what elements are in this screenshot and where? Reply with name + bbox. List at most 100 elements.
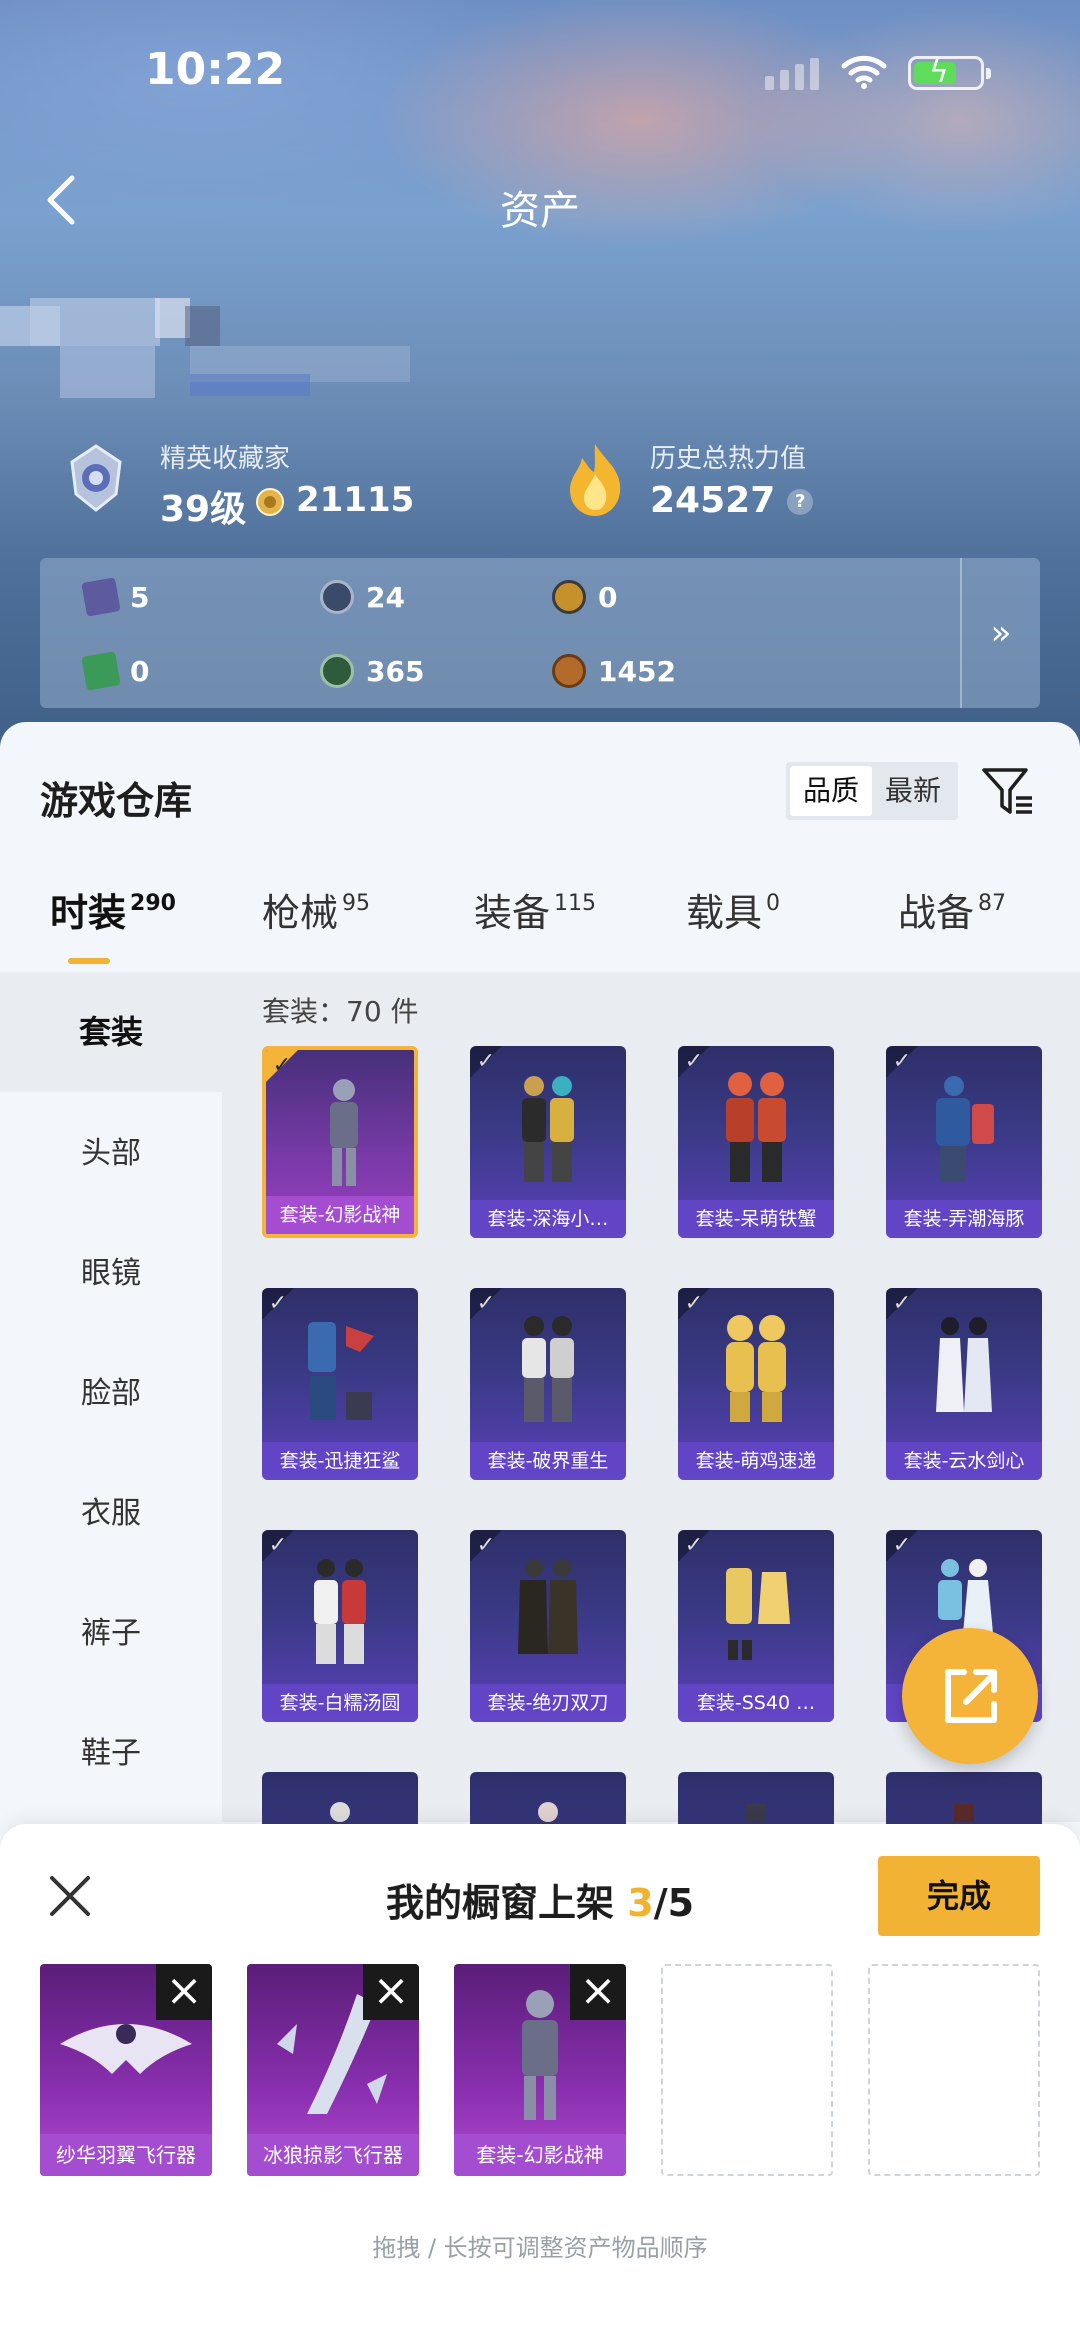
tab-label: 枪械	[262, 891, 339, 935]
share-icon	[945, 1669, 997, 1723]
outfit-figure-icon	[308, 1322, 374, 1420]
category-sidebar: 套装 头部 眼镜 脸部 衣服 裤子 鞋子	[0, 972, 222, 1822]
sidebar-item-head[interactable]: 头部	[0, 1094, 222, 1214]
tab-active-indicator	[68, 958, 110, 964]
slot-label: 纱华羽翼飞行器	[40, 2134, 212, 2176]
coin-a-icon	[552, 580, 586, 614]
tab-label: 载具	[686, 891, 763, 935]
username-redacted	[0, 298, 420, 402]
sidebar-item-glasses[interactable]: 眼镜	[0, 1214, 222, 1334]
battery-icon: ϟ	[908, 55, 991, 90]
item-label: 套装-迅捷狂鲨	[262, 1442, 418, 1480]
item-card[interactable]: ✓ 套装-破界重生	[470, 1288, 626, 1480]
outfit-figure-icon	[330, 1079, 358, 1186]
rank-label: 精英收藏家	[160, 444, 291, 474]
help-icon[interactable]: ?	[787, 489, 814, 515]
status-time: 10:22	[145, 44, 286, 95]
tab-count: 87	[978, 891, 1007, 916]
item-card[interactable]: ✓ 套装-SS40 …	[678, 1530, 834, 1722]
checkmark-icon: ✓	[470, 1046, 502, 1078]
reorder-hint: 拖拽 / 长按可调整资产物品顺序	[372, 2234, 708, 2262]
sidebar-item-shoes[interactable]: 鞋子	[0, 1694, 222, 1814]
status-bar: 10:22 ϟ	[0, 0, 1080, 140]
checkmark-icon: ✓	[470, 1288, 502, 1320]
outfit-figure-icon	[314, 1559, 366, 1664]
item-card[interactable]: ✓ 套装-白糯汤圆	[262, 1530, 418, 1722]
item-card[interactable]: ✓ 套装-深海小…	[470, 1046, 626, 1238]
item-card[interactable]: ✓ 套装-弄潮海豚	[886, 1046, 1042, 1238]
tab-guns[interactable]: 枪械 95	[262, 882, 370, 937]
tab-count: 95	[342, 891, 371, 916]
card-icon	[81, 577, 121, 617]
item-label: 套装-白糯汤圆	[262, 1684, 418, 1722]
category-tabs: 时装 290 枪械 95 装备 115 载具 0 战备 87	[0, 882, 1080, 982]
sidebar-item-face[interactable]: 脸部	[0, 1334, 222, 1454]
page-title: 资产	[500, 188, 580, 234]
remove-icon[interactable]: ×	[156, 1964, 212, 2020]
tab-equipment[interactable]: 装备 115	[474, 882, 596, 937]
resource-value: 24	[366, 580, 405, 614]
outfit-figure-icon	[522, 1076, 574, 1182]
outfit-figure-icon	[936, 1076, 994, 1182]
sidebar-item-suits[interactable]: 套装	[0, 972, 222, 1092]
rank-badge-icon	[70, 444, 122, 512]
showcase-slot-empty[interactable]	[661, 1964, 833, 2176]
item-card[interactable]: ✓ 套装-云水剑心	[886, 1288, 1042, 1480]
remove-icon[interactable]: ×	[363, 1964, 419, 2020]
resources-more-button[interactable]: »	[960, 558, 1040, 708]
showcase-title-text: 我的橱窗上架	[385, 1881, 614, 1925]
ticket-icon	[81, 651, 121, 691]
item-label: 套装-深海小…	[470, 1200, 626, 1238]
resource-item: 0	[81, 651, 150, 691]
showcase-slot-empty[interactable]	[868, 1964, 1040, 2176]
power-label: 历史总热力值	[650, 444, 807, 474]
showcase-sheet: 我的橱窗上架 3/5 完成 × 纱华羽翼飞行器 × 冰狼掠影飞行器 × 套装-幻…	[0, 1824, 1080, 2341]
slot-label: 套装-幻影战神	[454, 2134, 626, 2176]
resource-item: 0	[552, 580, 617, 614]
checkmark-icon: ✓	[678, 1288, 710, 1320]
showcase-slot[interactable]: × 冰狼掠影飞行器	[247, 1964, 419, 2176]
resource-item: 24	[320, 580, 405, 614]
item-card[interactable]: ✓ 套装-萌鸡速递	[678, 1288, 834, 1480]
item-card[interactable]: ✓ 套装-幻影战神	[262, 1046, 418, 1238]
resource-value: 365	[366, 654, 425, 688]
sidebar-item-clothes[interactable]: 衣服	[0, 1454, 222, 1574]
tab-vehicles[interactable]: 载具 0	[686, 882, 780, 937]
checkmark-icon: ✓	[262, 1530, 294, 1562]
item-label: 套装-幻影战神	[266, 1196, 414, 1234]
outfit-figure-icon	[726, 1568, 790, 1660]
slot-label: 冰狼掠影飞行器	[247, 2134, 419, 2176]
gem-icon	[320, 654, 354, 688]
checkmark-icon: ✓	[678, 1046, 710, 1078]
outfit-figure-icon	[936, 1317, 992, 1412]
share-button[interactable]	[902, 1628, 1038, 1764]
tab-fashion[interactable]: 时装 290	[50, 882, 176, 937]
item-card[interactable]: ✓ 套装-迅捷狂鲨	[262, 1288, 418, 1480]
item-card[interactable]: ✓ 套装-呆萌铁蟹	[678, 1046, 834, 1238]
item-card[interactable]: ✓ 套装-绝刃双刀	[470, 1530, 626, 1722]
outfit-figure-icon	[522, 1316, 574, 1422]
tab-label: 战备	[898, 891, 975, 935]
done-button[interactable]: 完成	[878, 1856, 1040, 1936]
checkmark-icon: ✓	[886, 1046, 918, 1078]
outfit-figure-icon	[726, 1315, 786, 1422]
showcase-slot[interactable]: × 套装-幻影战神	[454, 1964, 626, 2176]
sidebar-item-pants[interactable]: 裤子	[0, 1574, 222, 1694]
item-label: 套装-萌鸡速递	[678, 1442, 834, 1480]
wifi-icon	[841, 55, 887, 89]
checkmark-icon: ✓	[886, 1530, 918, 1562]
cellular-signal-icon	[765, 58, 819, 90]
rank-level: 39级	[160, 489, 247, 530]
checkmark-icon: ✓	[678, 1530, 710, 1562]
filter-icon[interactable]	[980, 764, 1036, 820]
resource-value: 0	[130, 654, 150, 688]
sort-latest-button[interactable]: 最新	[872, 766, 954, 816]
showcase-count-current: 3	[627, 1881, 654, 1925]
checkmark-icon: ✓	[266, 1050, 298, 1082]
checkmark-icon: ✓	[262, 1288, 294, 1320]
tab-supplies[interactable]: 战备 87	[898, 882, 1006, 937]
item-label: 套装-呆萌铁蟹	[678, 1200, 834, 1238]
sort-quality-button[interactable]: 品质	[790, 766, 872, 816]
showcase-slot[interactable]: × 纱华羽翼飞行器	[40, 1964, 212, 2176]
remove-icon[interactable]: ×	[570, 1964, 626, 2020]
